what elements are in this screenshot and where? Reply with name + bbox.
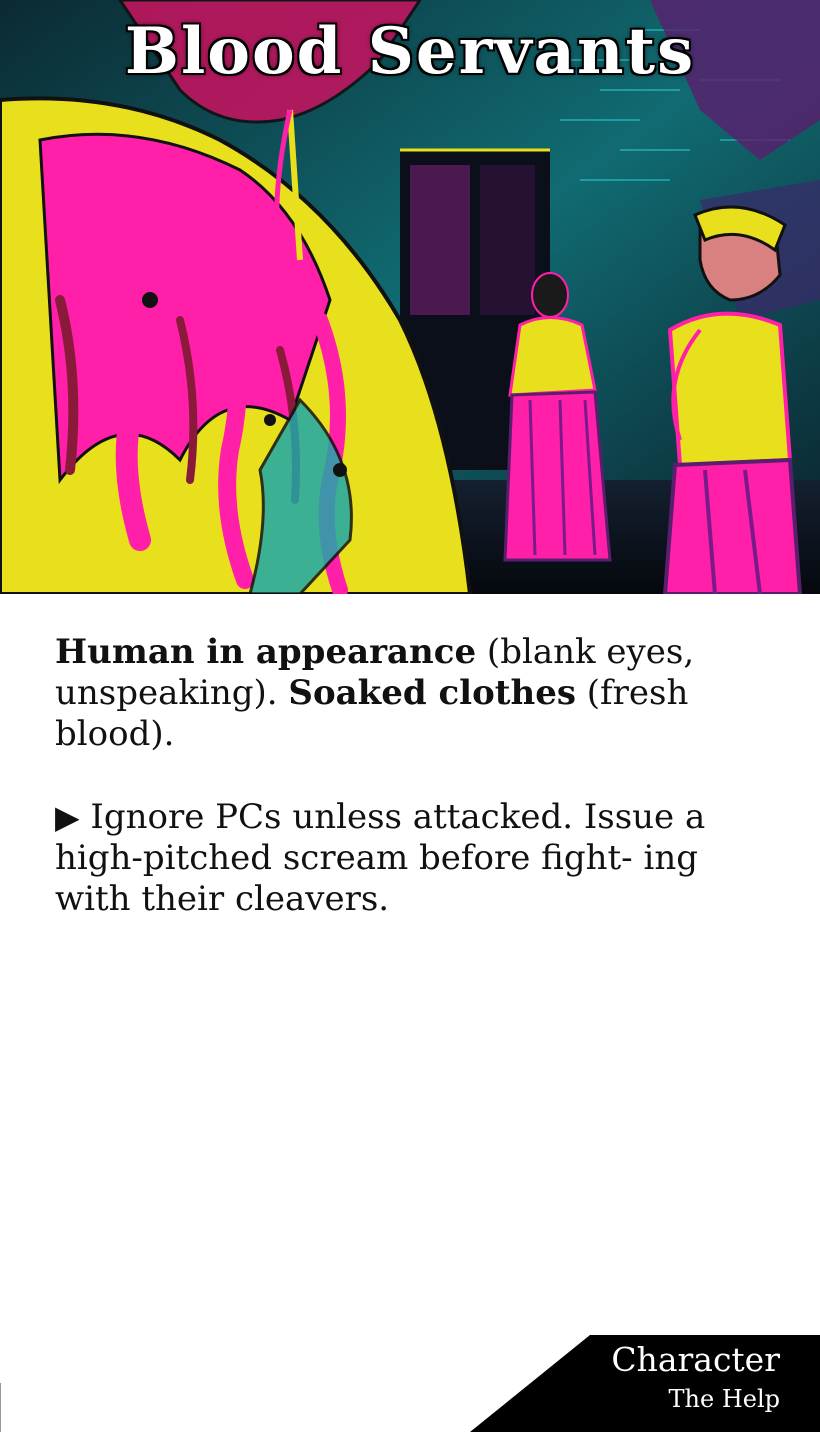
card-illustration — [0, 0, 820, 594]
card-body: Human in appearance (blank eyes, unspeak… — [55, 632, 770, 962]
clothes-bold: Soaked clothes — [288, 673, 576, 713]
card-edge-mark — [0, 1383, 31, 1432]
play-triangle-icon: ▶ — [55, 798, 80, 836]
appearance-description: Human in appearance (blank eyes, unspeak… — [55, 632, 770, 755]
card-type-label: Character — [611, 1340, 780, 1379]
behavior-description: ▶ Ignore PCs unless attacked. Issue a hi… — [55, 797, 770, 920]
card-subtitle-label: The Help — [668, 1385, 780, 1413]
appearance-bold: Human in appearance — [55, 632, 477, 672]
behavior-text: Ignore PCs unless attacked. Issue a high… — [55, 797, 706, 919]
card-title: Blood Servants — [124, 14, 696, 89]
